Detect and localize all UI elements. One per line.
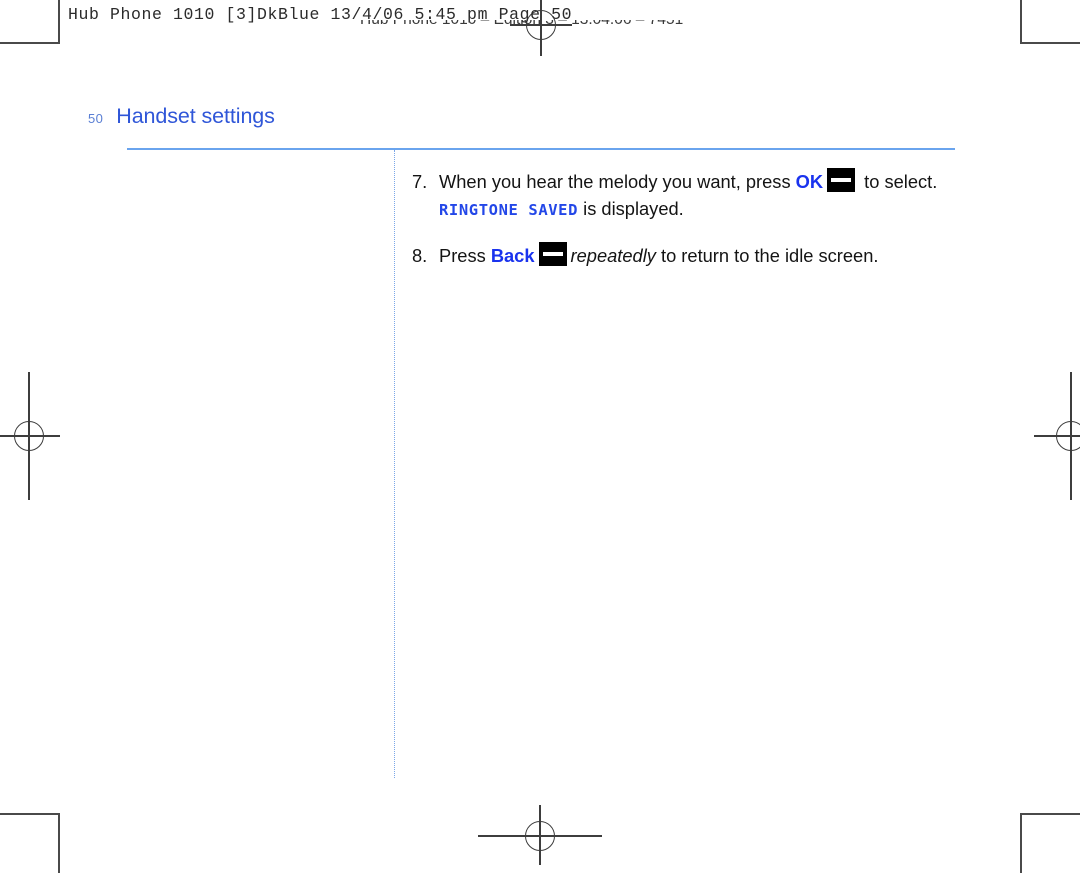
crop-mark-top-left xyxy=(0,0,60,44)
page-title: Handset settings xyxy=(116,104,275,128)
step-text: When you hear the melody you want, press… xyxy=(439,168,960,224)
step-text-part-2: to select. xyxy=(859,171,938,192)
registration-circle-icon xyxy=(525,821,555,851)
registration-circle-icon xyxy=(1056,421,1080,451)
list-item-step-8: 8. Press Back repeatedly to return to the… xyxy=(412,242,960,269)
header-rule-divider xyxy=(127,148,955,151)
lcd-display-text: RINGTONE SAVED xyxy=(439,201,579,219)
page-header: 50 Handset settings xyxy=(88,104,275,129)
print-subheader-text: Hub Phone 1010 – Edition 3 – 13.04.06 – … xyxy=(360,20,683,29)
step-text-part-1: Press xyxy=(439,245,491,266)
key-label-back: Back xyxy=(490,245,535,266)
step-number: 7. xyxy=(412,171,428,192)
softkey-bar-icon xyxy=(538,242,567,266)
registration-horizontal-line xyxy=(1034,435,1080,437)
registration-circle-icon xyxy=(14,421,44,451)
list-item-step-7: 7. When you hear the melody you want, pr… xyxy=(412,168,960,224)
registration-vertical-line xyxy=(28,372,30,500)
registration-vertical-line xyxy=(539,805,541,865)
registration-horizontal-line xyxy=(0,435,60,437)
key-label-ok: OK xyxy=(795,171,824,192)
step-text: Press Back repeatedly to return to the id… xyxy=(439,242,960,269)
crop-mark-bottom-right xyxy=(1020,813,1080,873)
step-text-emphasis: repeatedly xyxy=(570,245,656,266)
column-divider-dotted xyxy=(394,150,395,778)
page-number: 50 xyxy=(88,111,104,126)
registration-mark-bottom-center xyxy=(478,805,602,865)
print-subheader-line-clipped: Hub Phone 1010 – Edition 3 – 13.04.06 – … xyxy=(360,20,740,39)
crop-mark-bottom-left xyxy=(0,813,60,873)
registration-vertical-line xyxy=(1070,372,1072,500)
step-text-part-1: When you hear the melody you want, press xyxy=(439,171,796,192)
step-text-part-3: is displayed. xyxy=(578,198,684,219)
registration-mark-right xyxy=(1020,372,1080,500)
step-number: 8. xyxy=(412,245,428,266)
registration-horizontal-line xyxy=(478,835,602,837)
crop-mark-top-right xyxy=(1020,0,1080,44)
instruction-list: 7. When you hear the melody you want, pr… xyxy=(412,168,960,269)
step-text-part-2: to return to the idle screen. xyxy=(655,245,879,266)
softkey-bar-icon xyxy=(827,168,856,192)
registration-mark-left xyxy=(0,372,60,500)
